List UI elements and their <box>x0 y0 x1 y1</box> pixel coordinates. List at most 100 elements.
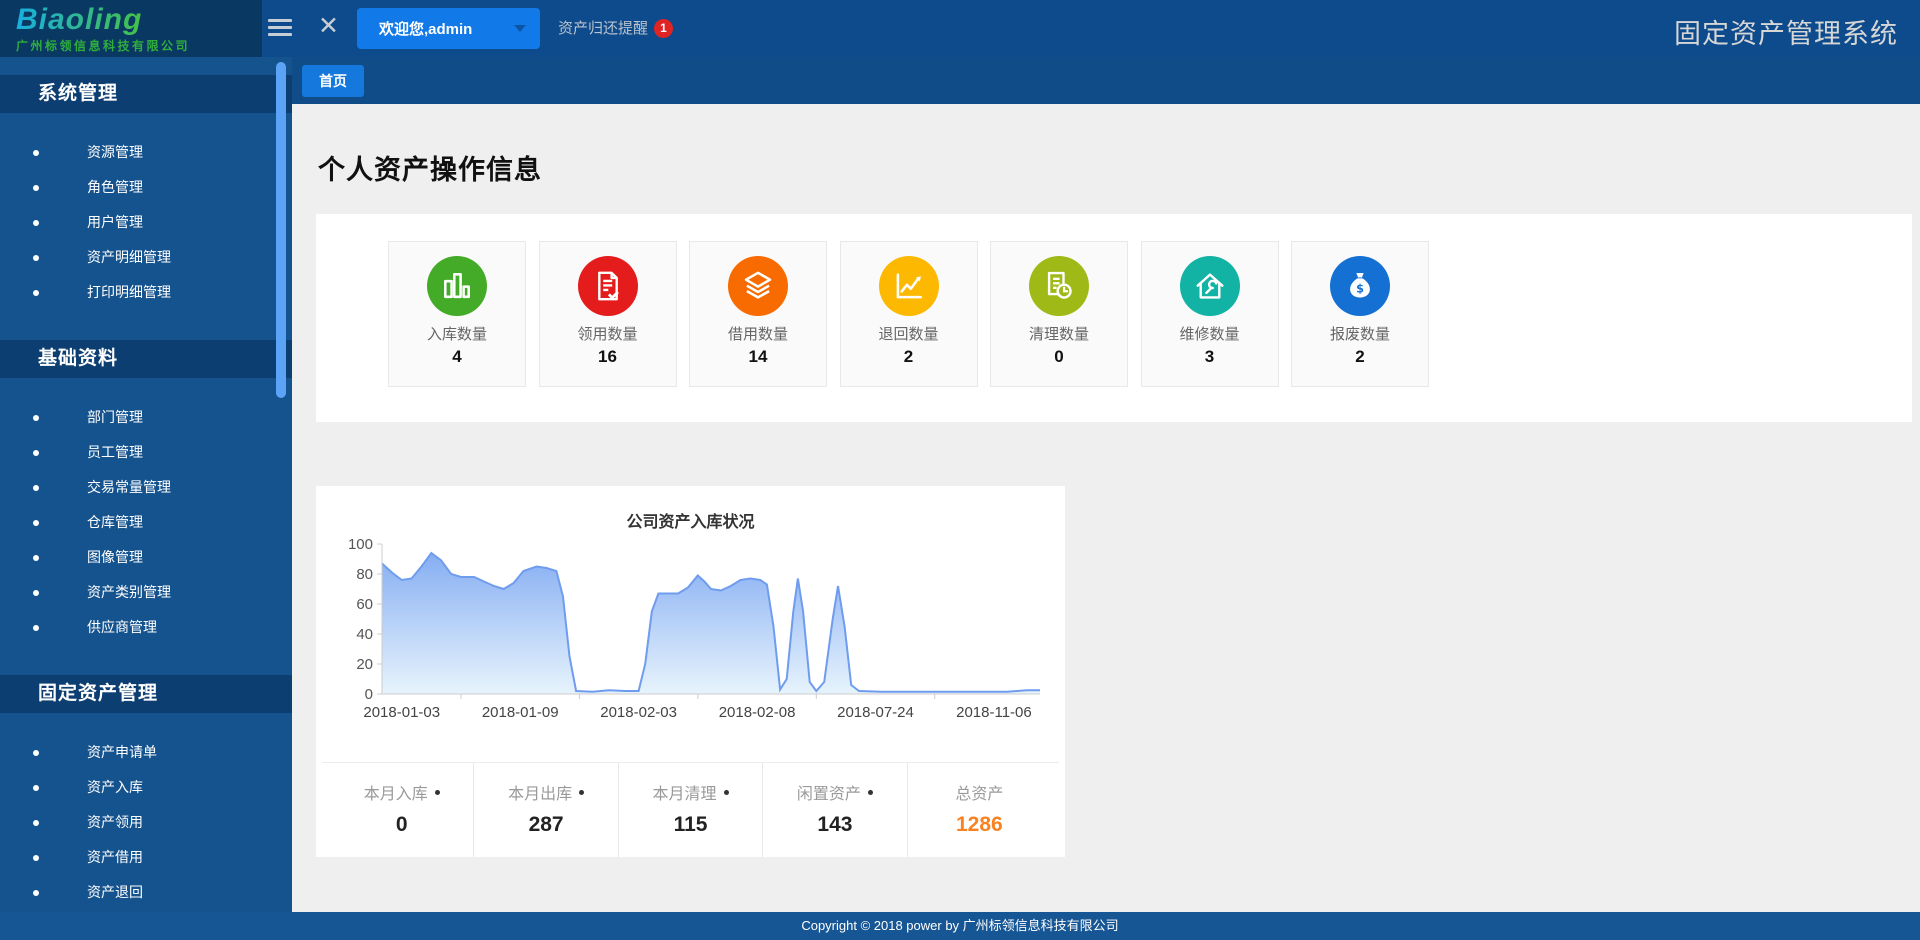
dot-icon <box>435 790 440 795</box>
dot-icon <box>868 790 873 795</box>
home-repair-icon <box>1180 256 1240 316</box>
stat-card-label: 报废数量 <box>1292 323 1428 344</box>
summary-value: 1286 <box>908 813 1051 837</box>
sidebar-item-label: 打印明细管理 <box>87 284 171 300</box>
logo: Biaoling 广州标领信息科技有限公司 <box>0 0 262 57</box>
svg-text:20: 20 <box>356 656 373 673</box>
svg-text:80: 80 <box>356 566 373 583</box>
sidebar-item-label: 用户管理 <box>87 214 143 230</box>
dot-icon <box>579 790 584 795</box>
sidebar-item-label: 资产明细管理 <box>87 249 171 265</box>
sidebar-item-0-3[interactable]: 资产明细管理 <box>0 240 292 275</box>
bullet-icon <box>33 185 39 191</box>
sidebar-section-items-1: 部门管理员工管理交易常量管理仓库管理图像管理资产类别管理供应商管理 <box>0 400 292 645</box>
bullet-icon <box>33 820 39 826</box>
sidebar: 系统管理资源管理角色管理用户管理资产明细管理打印明细管理基础资料部门管理员工管理… <box>0 57 292 912</box>
document-clock-icon <box>1029 256 1089 316</box>
sidebar-item-0-1[interactable]: 角色管理 <box>0 170 292 205</box>
bullet-icon <box>33 890 39 896</box>
sidebar-item-0-0[interactable]: 资源管理 <box>0 135 292 170</box>
bullet-icon <box>33 290 39 296</box>
bullet-icon <box>33 785 39 791</box>
sidebar-section-items-0: 资源管理角色管理用户管理资产明细管理打印明细管理 <box>0 135 292 310</box>
user-dropdown-button[interactable]: 欢迎您,admin <box>357 8 540 49</box>
stat-card-label: 退回数量 <box>841 323 977 344</box>
main-content: 个人资产操作信息 入库数量4领用数量16借用数量14退回数量2清理数量0维修数量… <box>292 104 1920 912</box>
sidebar-item-2-2[interactable]: 资产领用 <box>0 805 292 840</box>
tab-home[interactable]: 首页 <box>302 65 364 97</box>
sidebar-item-2-1[interactable]: 资产入库 <box>0 770 292 805</box>
stat-card-label: 领用数量 <box>540 323 676 344</box>
stat-card-label: 维修数量 <box>1142 323 1278 344</box>
page-title: 个人资产操作信息 <box>318 148 542 187</box>
bullet-icon <box>33 450 39 456</box>
bullet-icon <box>33 150 39 156</box>
bullet-icon <box>33 750 39 756</box>
app: { "header": { "logo_title": "Biaoling", … <box>0 0 1920 940</box>
svg-text:60: 60 <box>356 596 373 613</box>
sidebar-item-2-3[interactable]: 资产借用 <box>0 840 292 875</box>
sidebar-item-1-6[interactable]: 供应商管理 <box>0 610 292 645</box>
svg-text:100: 100 <box>348 536 373 553</box>
sidebar-section-title-0: 系统管理 <box>0 75 292 113</box>
summary-value: 0 <box>330 813 473 837</box>
svg-text:2018-07-24: 2018-07-24 <box>837 704 914 721</box>
user-dropdown-label: 欢迎您,admin <box>379 21 472 38</box>
money-bag-icon: $ <box>1330 256 1390 316</box>
line-chart-icon <box>879 256 939 316</box>
stat-card-value: 16 <box>540 347 676 367</box>
summary-item-3: 闲置资产143 <box>763 763 907 857</box>
menu-toggle-icon[interactable] <box>268 19 292 38</box>
notification-badge: 1 <box>654 19 673 38</box>
bullet-icon <box>33 590 39 596</box>
chart-card: 公司资产入库状况 0204060801002018-01-032018-01-0… <box>316 486 1065 857</box>
document-check-icon <box>578 256 638 316</box>
summary-item-1: 本月出库287 <box>474 763 618 857</box>
sidebar-section-items-2: 资产申请单资产入库资产领用资产借用资产退回 <box>0 735 292 910</box>
stat-card-value: 2 <box>841 347 977 367</box>
sidebar-item-1-5[interactable]: 资产类别管理 <box>0 575 292 610</box>
summary-item-0: 本月入库 0 <box>330 763 474 857</box>
sidebar-item-2-0[interactable]: 资产申请单 <box>0 735 292 770</box>
close-icon[interactable]: ✕ <box>318 11 339 41</box>
sidebar-item-label: 角色管理 <box>87 179 143 195</box>
stat-card-5: 维修数量 3 <box>1141 241 1279 387</box>
stat-card-label: 入库数量 <box>389 323 525 344</box>
sidebar-item-2-4[interactable]: 资产退回 <box>0 875 292 910</box>
stat-cards-panel: 入库数量4领用数量16借用数量14退回数量2清理数量0维修数量3$报废数量2 <box>316 214 1912 422</box>
svg-text:40: 40 <box>356 626 373 643</box>
sidebar-item-0-4[interactable]: 打印明细管理 <box>0 275 292 310</box>
stat-card-value: 14 <box>690 347 826 367</box>
sidebar-item-0-2[interactable]: 用户管理 <box>0 205 292 240</box>
stat-card-value: 3 <box>1142 347 1278 367</box>
sidebar-item-1-4[interactable]: 图像管理 <box>0 540 292 575</box>
svg-text:0: 0 <box>365 686 373 703</box>
summary-value: 287 <box>474 813 617 837</box>
bullet-icon <box>33 855 39 861</box>
sidebar-item-label: 仓库管理 <box>87 514 143 530</box>
sidebar-item-label: 资产类别管理 <box>87 584 171 600</box>
layers-icon <box>728 256 788 316</box>
sidebar-section-title-2: 固定资产管理 <box>0 675 292 713</box>
footer: Copyright © 2018 power by 广州标领信息科技有限公司 <box>0 912 1920 940</box>
tab-bar: 首页 <box>292 57 1920 104</box>
stat-card-3: 退回数量 2 <box>840 241 978 387</box>
asset-return-reminder[interactable]: 资产归还提醒1 <box>558 17 673 38</box>
svg-text:$: $ <box>1356 283 1364 296</box>
sidebar-item-1-1[interactable]: 员工管理 <box>0 435 292 470</box>
bullet-icon <box>33 255 39 261</box>
sidebar-item-label: 供应商管理 <box>87 619 157 635</box>
summary-value: 143 <box>763 813 906 837</box>
sidebar-item-1-2[interactable]: 交易常量管理 <box>0 470 292 505</box>
sidebar-item-1-0[interactable]: 部门管理 <box>0 400 292 435</box>
sidebar-item-label: 资产借用 <box>87 849 143 865</box>
svg-text:2018-01-03: 2018-01-03 <box>363 704 440 721</box>
summary-row: 本月入库0本月出库287本月清理115闲置资产143总资产1286 <box>330 763 1051 857</box>
sidebar-item-1-3[interactable]: 仓库管理 <box>0 505 292 540</box>
sidebar-item-label: 员工管理 <box>87 444 143 460</box>
summary-label: 本月入库 <box>330 780 473 804</box>
bar-chart-icon <box>427 256 487 316</box>
summary-item-4: 总资产1286 <box>908 763 1051 857</box>
header-bar: Biaoling 广州标领信息科技有限公司 ✕ 欢迎您,admin 资产归还提醒… <box>0 0 1920 57</box>
stat-card-0: 入库数量4 <box>388 241 526 387</box>
